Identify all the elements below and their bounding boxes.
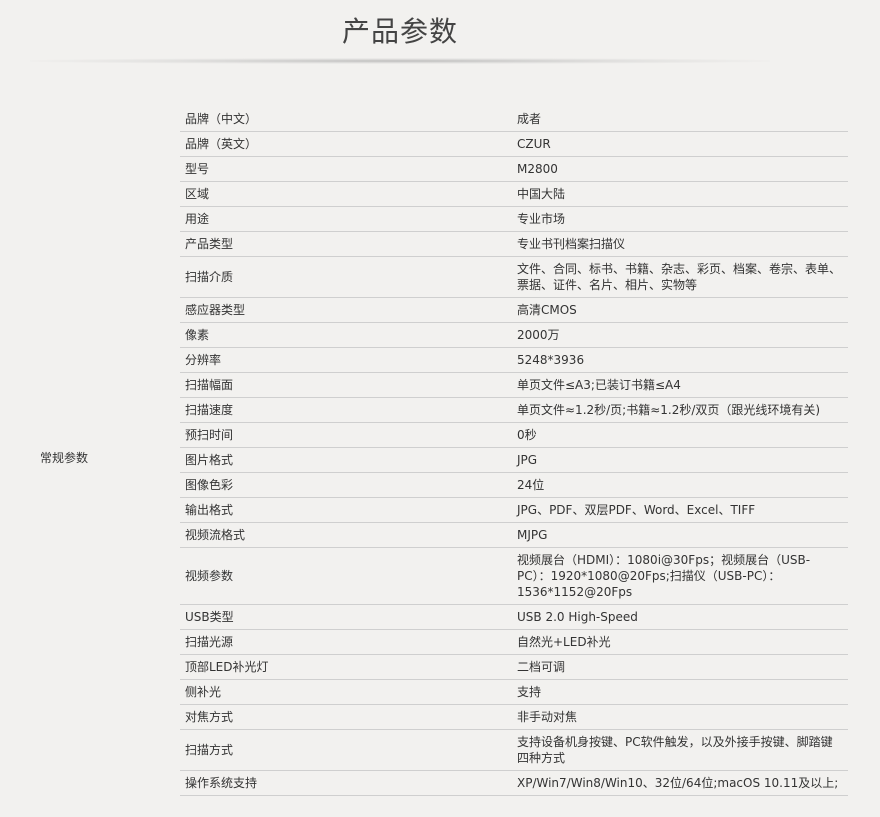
spec-value: 支持 — [512, 679, 848, 705]
spec-key: 视频参数 — [180, 547, 512, 605]
spec-row: 扫描速度 单页文件≈1.2秒/页;书籍≈1.2秒/双页（跟光线环境有关) — [180, 397, 848, 423]
spec-row: 用途 专业市场 — [180, 206, 848, 232]
spec-key: 像素 — [180, 322, 512, 348]
spec-key: 扫描方式 — [180, 729, 512, 771]
spec-value: JPG — [512, 447, 848, 473]
spec-row: 品牌（中文） 成者 — [180, 107, 848, 132]
spec-value: 视频展台（HDMI）：1080i@30Fps；视频展台（USB-PC）：1920… — [512, 547, 848, 605]
spec-key: 扫描介质 — [180, 256, 512, 298]
spec-value: 0秒 — [512, 422, 848, 448]
spec-row: 输出格式 JPG、PDF、双层PDF、Word、Excel、TIFF — [180, 497, 848, 523]
spec-row: 视频参数 视频展台（HDMI）：1080i@30Fps；视频展台（USB-PC）：… — [180, 547, 848, 605]
spec-key: 用途 — [180, 206, 512, 232]
spec-row: 视频流格式 MJPG — [180, 522, 848, 548]
spec-value: 单页文件≈1.2秒/页;书籍≈1.2秒/双页（跟光线环境有关) — [512, 397, 848, 423]
spec-key: 操作系统支持 — [180, 770, 512, 796]
group-label: 常规参数 — [40, 451, 89, 465]
spec-value: CZUR — [512, 131, 848, 157]
spec-key: 扫描光源 — [180, 629, 512, 655]
spec-value: 5248*3936 — [512, 347, 848, 373]
spec-row: 感应器类型 高清CMOS — [180, 297, 848, 323]
spec-key: 输出格式 — [180, 497, 512, 523]
spec-table: 品牌（中文） 成者 品牌（英文） CZUR 型号 M2800 区域 中国大陆 用途 专业市场 产品类… — [180, 107, 848, 796]
spec-row: 分辨率 5248*3936 — [180, 347, 848, 373]
spec-table-body: 品牌（中文） 成者 品牌（英文） CZUR 型号 M2800 区域 中国大陆 用途 专业市场 产品类… — [180, 107, 848, 796]
spec-value: 2000万 — [512, 322, 848, 348]
spec-key: 区域 — [180, 181, 512, 207]
spec-key: 扫描速度 — [180, 397, 512, 423]
spec-key: 感应器类型 — [180, 297, 512, 323]
spec-value: 非手动对焦 — [512, 704, 848, 730]
spec-key: 视频流格式 — [180, 522, 512, 548]
spec-value: XP/Win7/Win8/Win10、32位/64位;macOS 10.11及以… — [512, 770, 848, 796]
spec-key: USB类型 — [180, 604, 512, 630]
spec-row: 产品类型 专业书刊档案扫描仪 — [180, 231, 848, 257]
spec-row: 操作系统支持 XP/Win7/Win8/Win10、32位/64位;macOS 1… — [180, 770, 848, 796]
page-title: 产品参数 — [341, 15, 458, 48]
spec-value: 支持设备机身按键、PC软件触发，以及外接手按键、脚踏键四种方式 — [512, 729, 848, 771]
spec-row: 图像色彩 24位 — [180, 472, 848, 498]
spec-key: 产品类型 — [180, 231, 512, 257]
spec-row: 对焦方式 非手动对焦 — [180, 704, 848, 730]
spec-key: 图片格式 — [180, 447, 512, 473]
spec-key: 分辨率 — [180, 347, 512, 373]
spec-value: 高清CMOS — [512, 297, 848, 323]
spec-row: 型号 M2800 — [180, 156, 848, 182]
spec-value: 成者 — [512, 107, 848, 132]
spec-row: USB类型 USB 2.0 High-Speed — [180, 604, 848, 630]
spec-value: 中国大陆 — [512, 181, 848, 207]
spec-value: 专业书刊档案扫描仪 — [512, 231, 848, 257]
spec-value: M2800 — [512, 156, 848, 182]
spec-key: 对焦方式 — [180, 704, 512, 730]
spec-key: 顶部LED补光灯 — [180, 654, 512, 680]
spec-key: 品牌（中文） — [180, 107, 512, 132]
spec-row: 侧补光 支持 — [180, 679, 848, 705]
spec-value: MJPG — [512, 522, 848, 548]
spec-row: 品牌（英文） CZUR — [180, 131, 848, 157]
spec-row: 预扫时间 0秒 — [180, 422, 848, 448]
spec-key: 侧补光 — [180, 679, 512, 705]
spec-value: 24位 — [512, 472, 848, 498]
spec-row: 扫描光源 自然光+LED补光 — [180, 629, 848, 655]
spec-row: 顶部LED补光灯 二档可调 — [180, 654, 848, 680]
spec-value: 自然光+LED补光 — [512, 629, 848, 655]
spec-key: 图像色彩 — [180, 472, 512, 498]
spec-value: 单页文件≤A3;已装订书籍≤A4 — [512, 372, 848, 398]
spec-row: 扫描幅面 单页文件≤A3;已装订书籍≤A4 — [180, 372, 848, 398]
spec-value: 专业市场 — [512, 206, 848, 232]
spec-value: USB 2.0 High-Speed — [512, 604, 848, 630]
spec-row: 扫描方式 支持设备机身按键、PC软件触发，以及外接手按键、脚踏键四种方式 — [180, 729, 848, 771]
spec-key: 品牌（英文） — [180, 131, 512, 157]
spec-row: 扫描介质 文件、合同、标书、书籍、杂志、彩页、档案、卷宗、表单、票据、证件、名片、… — [180, 256, 848, 298]
spec-row: 区域 中国大陆 — [180, 181, 848, 207]
spec-value: 二档可调 — [512, 654, 848, 680]
title-divider — [30, 58, 770, 64]
spec-key: 预扫时间 — [180, 422, 512, 448]
spec-row: 图片格式 JPG — [180, 447, 848, 473]
spec-value: JPG、PDF、双层PDF、Word、Excel、TIFF — [512, 497, 848, 523]
spec-row: 像素 2000万 — [180, 322, 848, 348]
spec-value: 文件、合同、标书、书籍、杂志、彩页、档案、卷宗、表单、票据、证件、名片、相片、实… — [512, 256, 848, 298]
spec-key: 扫描幅面 — [180, 372, 512, 398]
spec-key: 型号 — [180, 156, 512, 182]
